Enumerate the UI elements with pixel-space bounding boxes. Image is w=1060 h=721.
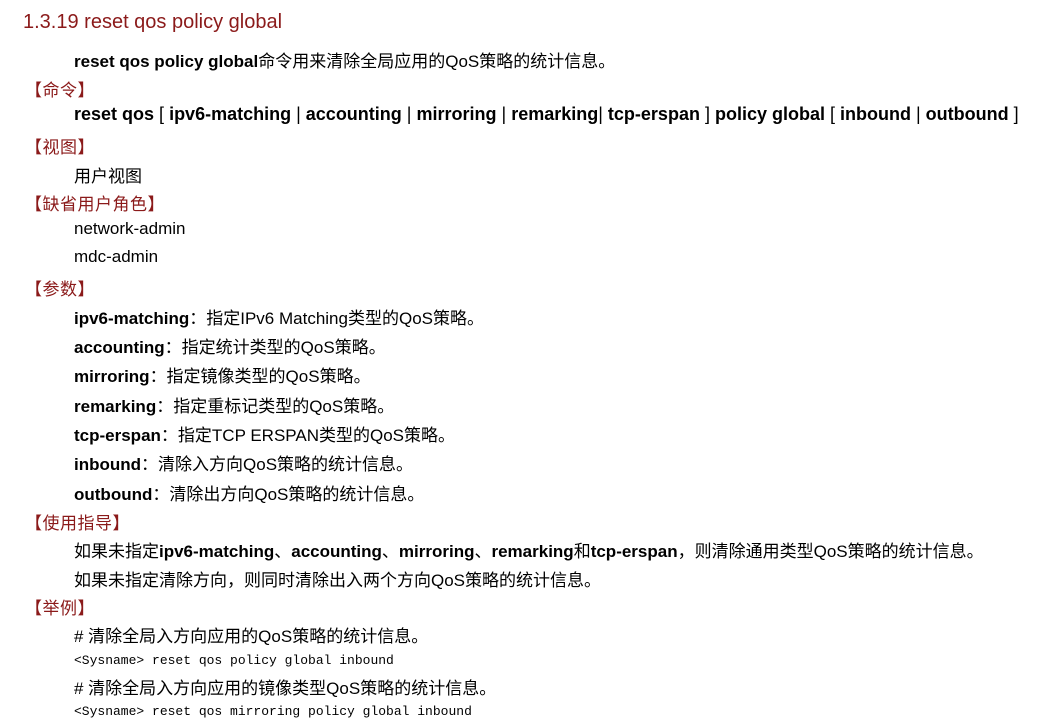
guide-keyword: accounting [291, 542, 382, 561]
param-desc: ：清除入方向QoS策略的统计信息。 [141, 455, 414, 474]
intro-description: 命令用来清除全局应用的QoS策略的统计信息。 [258, 52, 616, 71]
param-item: remarking：指定重标记类型的QoS策略。 [74, 392, 394, 417]
param-name: inbound [74, 455, 142, 474]
page-title: 1.3.19 reset qos policy global [23, 11, 283, 33]
example-code: <Sysname> reset qos policy global inboun… [74, 653, 394, 668]
section-default-role: 【缺省用户角色】 [25, 195, 165, 214]
guide-text: 、 [474, 542, 492, 561]
syntax-token: accounting [305, 104, 402, 124]
param-name: accounting [74, 338, 165, 357]
guide-text: 和 [573, 542, 591, 561]
syntax-token: tcp-erspan [607, 104, 700, 124]
syntax-token: policy global [714, 104, 825, 124]
syntax-token: ] [699, 104, 715, 124]
syntax-token: | [910, 104, 926, 124]
param-name: tcp-erspan [74, 426, 161, 445]
guide-text: 、 [381, 542, 399, 561]
param-item: outbound：清除出方向QoS策略的统计信息。 [74, 480, 424, 505]
syntax-token: remarking [511, 104, 599, 124]
section-usage-guide: 【使用指导】 [25, 514, 130, 533]
param-item: inbound：清除入方向QoS策略的统计信息。 [74, 450, 413, 475]
param-name: remarking [74, 397, 157, 416]
syntax-token: outbound [925, 104, 1009, 124]
syntax-token: ipv6-matching [169, 104, 292, 124]
intro-command: reset qos policy global [74, 52, 259, 71]
command-syntax: reset qos [ ipv6-matching | accounting |… [74, 104, 1019, 125]
syntax-token: [ [824, 104, 840, 124]
param-name: ipv6-matching [74, 309, 190, 328]
section-example: 【举例】 [25, 599, 95, 618]
guide-text: 如果未指定 [74, 542, 159, 561]
param-desc: ：指定镜像类型的QoS策略。 [149, 367, 371, 386]
syntax-token: | [401, 104, 417, 124]
view-text: 用户视图 [74, 167, 142, 186]
example-comment: # 清除全局入方向应用的镜像类型QoS策略的统计信息。 [74, 679, 497, 698]
param-item: accounting：指定统计类型的QoS策略。 [74, 333, 386, 358]
param-desc: ：指定重标记类型的QoS策略。 [156, 397, 395, 416]
syntax-token: | [598, 104, 608, 124]
guide-keyword: mirroring [398, 542, 475, 561]
guide-keyword: tcp-erspan [590, 542, 678, 561]
param-desc: ：指定TCP ERSPAN类型的QoS策略。 [160, 426, 456, 445]
param-desc: ：清除出方向QoS策略的统计信息。 [152, 485, 425, 504]
guide-text: ，则清除通用类型QoS策略的统计信息。 [677, 542, 984, 561]
syntax-token: | [496, 104, 512, 124]
param-desc: ：指定IPv6 Matching类型的QoS策略。 [189, 309, 484, 328]
param-item: ipv6-matching：指定IPv6 Matching类型的QoS策略。 [74, 304, 484, 329]
intro-paragraph: reset qos policy global命令用来清除全局应用的QoS策略的… [74, 47, 615, 72]
param-desc: ：指定统计类型的QoS策略。 [164, 338, 386, 357]
syntax-token: ] [1008, 104, 1019, 124]
guide-text: 、 [274, 542, 292, 561]
guide-paragraph: 如果未指定清除方向，则同时清除出入两个方向QoS策略的统计信息。 [74, 571, 602, 590]
role-item: network-admin [74, 219, 186, 238]
guide-keyword: remarking [491, 542, 574, 561]
param-item: tcp-erspan：指定TCP ERSPAN类型的QoS策略。 [74, 421, 455, 446]
role-item: mdc-admin [74, 247, 159, 266]
param-name: outbound [74, 485, 153, 504]
syntax-token: reset qos [74, 104, 155, 124]
syntax-token: | [291, 104, 306, 124]
param-item: mirroring：指定镜像类型的QoS策略。 [74, 362, 371, 387]
guide-keyword: ipv6-matching [159, 542, 275, 561]
syntax-token: inbound [840, 104, 911, 124]
syntax-token: [ [154, 104, 170, 124]
section-params: 【参数】 [25, 280, 95, 299]
syntax-token: mirroring [416, 104, 497, 124]
section-view: 【视图】 [25, 138, 95, 157]
example-comment: # 清除全局入方向应用的QoS策略的统计信息。 [74, 627, 429, 646]
guide-paragraph: 如果未指定ipv6-matching、accounting、mirroring、… [74, 537, 984, 562]
section-command: 【命令】 [25, 81, 95, 100]
param-name: mirroring [74, 367, 150, 386]
example-code: <Sysname> reset qos mirroring policy glo… [74, 704, 472, 719]
